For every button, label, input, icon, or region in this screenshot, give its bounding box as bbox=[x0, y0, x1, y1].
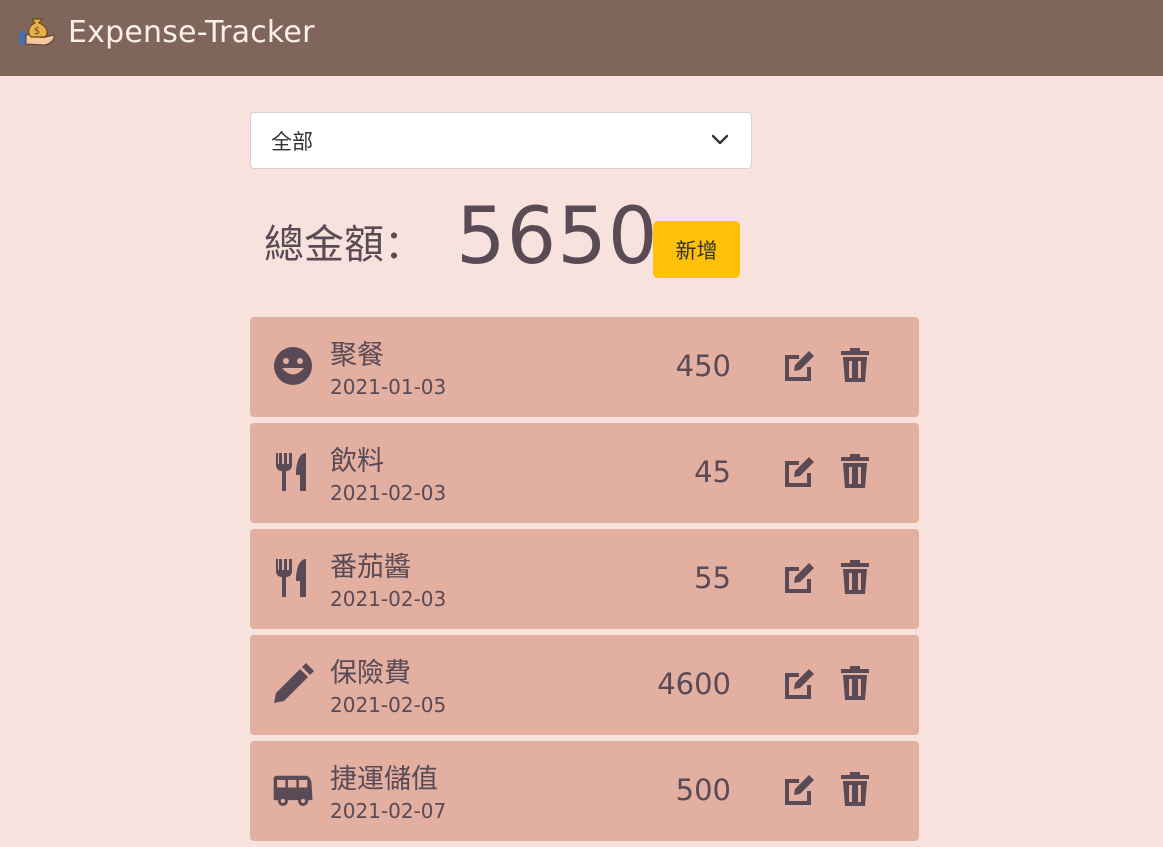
trash-icon[interactable] bbox=[839, 347, 871, 383]
edit-icon[interactable] bbox=[781, 559, 817, 595]
record-name: 捷運儲值 bbox=[330, 764, 438, 795]
smile-icon bbox=[274, 347, 312, 385]
trash-icon[interactable] bbox=[839, 559, 871, 595]
record-date: 2021-02-03 bbox=[330, 587, 447, 611]
utensils-icon bbox=[276, 559, 306, 597]
edit-icon[interactable] bbox=[781, 347, 817, 383]
record-date: 2021-02-03 bbox=[330, 481, 447, 505]
record-list: 聚餐 2021-01-03 450 飲料 2021-02-03 45 番茄醬 2… bbox=[250, 317, 919, 847]
record-amount: 55 bbox=[694, 561, 731, 595]
record-name: 聚餐 bbox=[330, 340, 384, 371]
record-date: 2021-02-07 bbox=[330, 799, 447, 823]
trash-icon[interactable] bbox=[839, 665, 871, 701]
record-row: 聚餐 2021-01-03 450 bbox=[250, 317, 919, 417]
record-row: 番茄醬 2021-02-03 55 bbox=[250, 529, 919, 629]
record-name: 番茄醬 bbox=[330, 552, 411, 583]
category-filter-value: 全部 bbox=[271, 129, 313, 154]
app-title[interactable]: Expense-Tracker bbox=[68, 15, 315, 50]
record-name: 飲料 bbox=[330, 446, 384, 477]
record-date: 2021-02-05 bbox=[330, 693, 447, 717]
add-record-button[interactable]: 新增 bbox=[653, 221, 740, 278]
svg-text:$: $ bbox=[34, 26, 40, 37]
record-amount: 500 bbox=[675, 773, 731, 807]
bus-icon bbox=[273, 775, 313, 806]
total-label: 總金額： bbox=[264, 222, 424, 268]
record-name: 保險費 bbox=[330, 658, 411, 689]
utensils-icon bbox=[276, 453, 306, 491]
navbar: $ Expense-Tracker bbox=[0, 0, 1163, 76]
total-amount: 5650 bbox=[456, 192, 659, 282]
money-bag-logo-icon: $ bbox=[19, 18, 55, 46]
record-row: 飲料 2021-02-03 45 bbox=[250, 423, 919, 523]
edit-icon[interactable] bbox=[781, 771, 817, 807]
record-amount: 45 bbox=[694, 455, 731, 489]
chevron-down-icon bbox=[711, 134, 729, 145]
pencil-icon bbox=[274, 663, 314, 703]
trash-icon[interactable] bbox=[839, 453, 871, 489]
trash-icon[interactable] bbox=[839, 771, 871, 807]
record-row: 捷運儲值 2021-02-07 500 bbox=[250, 741, 919, 841]
record-date: 2021-01-03 bbox=[330, 375, 447, 399]
edit-icon[interactable] bbox=[781, 665, 817, 701]
record-row: 保險費 2021-02-05 4600 bbox=[250, 635, 919, 735]
record-amount: 450 bbox=[675, 349, 731, 383]
category-filter-select[interactable]: 全部 bbox=[250, 112, 752, 169]
record-amount: 4600 bbox=[657, 667, 731, 701]
edit-icon[interactable] bbox=[781, 453, 817, 489]
